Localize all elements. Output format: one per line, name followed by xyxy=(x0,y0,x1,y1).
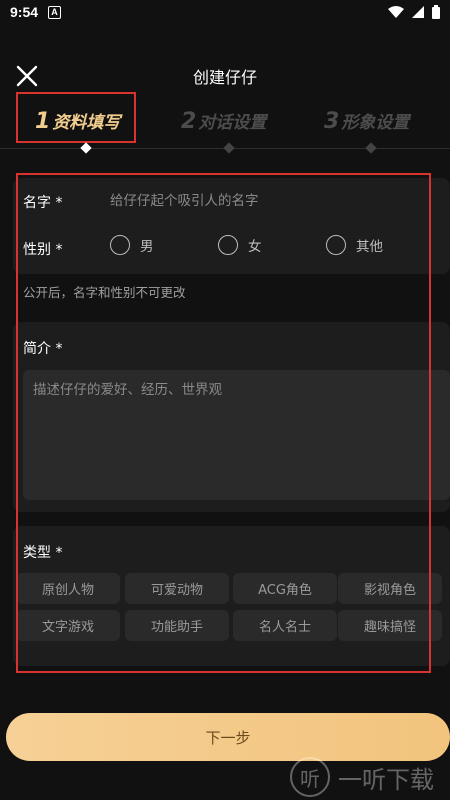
gender-radio-other[interactable]: 其他 xyxy=(326,235,383,255)
type-label: 类型 * xyxy=(23,545,63,561)
gender-radio-male[interactable]: 男 xyxy=(110,235,154,255)
gender-option-label: 男 xyxy=(140,239,154,255)
hint-row: 公开后，名字和性别不可更改 xyxy=(13,274,450,308)
watermark: 听 一听下载 xyxy=(290,757,434,797)
signal-icon xyxy=(412,6,424,18)
intro-card: 简介 * xyxy=(13,322,450,512)
next-step-button[interactable]: 下一步 xyxy=(6,713,450,761)
type-tag[interactable]: 名人名士 xyxy=(233,610,337,641)
notification-a-icon: A xyxy=(48,5,62,19)
status-bar: 9:54 A xyxy=(0,0,450,24)
radio-circle-icon xyxy=(110,235,130,255)
type-tag[interactable]: 功能助手 xyxy=(125,610,229,641)
watermark-logo-icon: 听 xyxy=(290,757,330,797)
step-number: 2 xyxy=(181,109,197,134)
type-card: 类型 * 原创人物 可爱动物 ACG角色 影视角色 文字游戏 功能助手 名人名士… xyxy=(13,526,450,666)
type-tag[interactable]: ACG角色 xyxy=(233,573,337,604)
type-tag[interactable]: 趣味搞怪 xyxy=(338,610,442,641)
gender-label: 性别 * xyxy=(23,242,63,258)
status-time: 9:54 xyxy=(10,4,39,20)
status-icons xyxy=(388,5,440,19)
gender-name-hint: 公开后，名字和性别不可更改 xyxy=(23,285,186,300)
name-label: 名字 * xyxy=(23,195,63,211)
intro-label: 简介 * xyxy=(23,341,63,357)
page-title: 创建仔仔 xyxy=(192,68,257,87)
gender-option-label: 其他 xyxy=(356,239,383,255)
battery-icon xyxy=(432,5,440,19)
name-input[interactable] xyxy=(110,188,430,214)
radio-circle-icon xyxy=(218,235,238,255)
step-highlight-box xyxy=(16,92,136,143)
type-tag[interactable]: 原创人物 xyxy=(16,573,120,604)
step-label: 形象设置 xyxy=(341,113,410,133)
basic-info-card: 名字 * 性别 * 男 女 其他 xyxy=(13,178,450,274)
gender-option-label: 女 xyxy=(248,239,262,255)
wifi-icon xyxy=(388,6,404,18)
type-tag[interactable]: 可爱动物 xyxy=(125,573,229,604)
intro-textarea[interactable] xyxy=(23,370,450,500)
header: 创建仔仔 xyxy=(0,55,450,95)
watermark-text: 一听下载 xyxy=(338,765,434,794)
gender-radio-female[interactable]: 女 xyxy=(218,235,262,255)
step-number: 3 xyxy=(324,109,340,134)
step-label: 对话设置 xyxy=(198,113,267,133)
tab-step-3[interactable]: 3 形象设置 xyxy=(324,108,409,134)
radio-circle-icon xyxy=(326,235,346,255)
type-tag[interactable]: 文字游戏 xyxy=(16,610,120,641)
tab-step-2[interactable]: 2 对话设置 xyxy=(181,108,266,134)
type-tag[interactable]: 影视角色 xyxy=(338,573,442,604)
